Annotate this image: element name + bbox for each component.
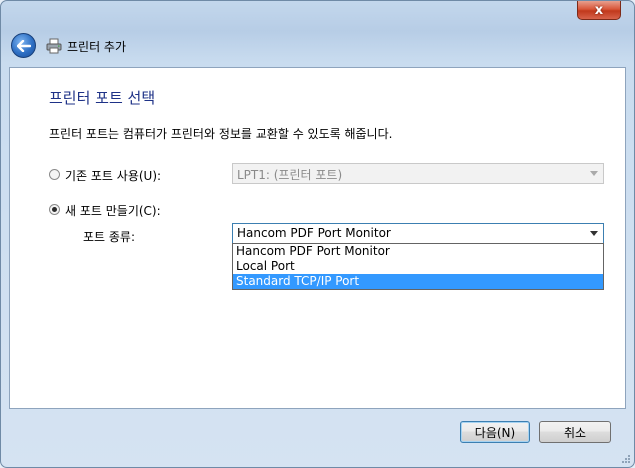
close-icon: x <box>594 2 604 18</box>
port-type-value: Hancom PDF Port Monitor <box>237 226 391 240</box>
existing-port-radio[interactable] <box>49 169 60 180</box>
wizard-content: 프린터 포트 선택 프린터 포트는 컴퓨터가 프린터와 정보를 교환할 수 있도… <box>9 67 626 409</box>
resize-grip-icon[interactable] <box>620 453 630 463</box>
new-port-radio[interactable] <box>49 204 60 215</box>
port-type-label: 포트 종류: <box>83 230 136 244</box>
dropdown-option[interactable]: Local Port <box>233 259 603 274</box>
existing-port-value: LPT1: (프린터 포트) <box>237 168 343 182</box>
window-title: 프린터 추가 <box>67 40 127 54</box>
port-type-select[interactable]: Hancom PDF Port Monitor <box>232 223 604 244</box>
add-printer-window: x 프린터 추가 프린터 포트 선택 프린터 포트는 컴퓨터가 프린터와 정보를… <box>0 0 635 468</box>
dropdown-option[interactable]: Standard TCP/IP Port <box>233 274 603 289</box>
port-type-dropdown: Hancom PDF Port Monitor Local Port Stand… <box>232 243 604 290</box>
back-arrow-icon <box>16 39 31 52</box>
cancel-button-label: 취소 <box>563 425 587 440</box>
back-button[interactable] <box>11 33 36 58</box>
chevron-down-icon <box>590 231 598 236</box>
page-description: 프린터 포트는 컴퓨터가 프린터와 정보를 교환할 수 있도록 해줍니다. <box>49 127 393 141</box>
next-button-label: 다음(N) <box>474 425 516 440</box>
cancel-button[interactable]: 취소 <box>539 421 611 443</box>
new-port-label[interactable]: 새 포트 만들기(C): <box>65 202 161 219</box>
next-button[interactable]: 다음(N) <box>460 421 530 443</box>
page-title: 프린터 포트 선택 <box>49 89 156 107</box>
close-button[interactable]: x <box>577 1 621 20</box>
existing-port-label[interactable]: 기존 포트 사용(U): <box>65 167 161 184</box>
dropdown-option[interactable]: Hancom PDF Port Monitor <box>233 244 603 259</box>
existing-port-select: LPT1: (프린터 포트) <box>232 163 604 184</box>
printer-icon <box>46 38 62 54</box>
chevron-down-icon <box>590 171 598 176</box>
